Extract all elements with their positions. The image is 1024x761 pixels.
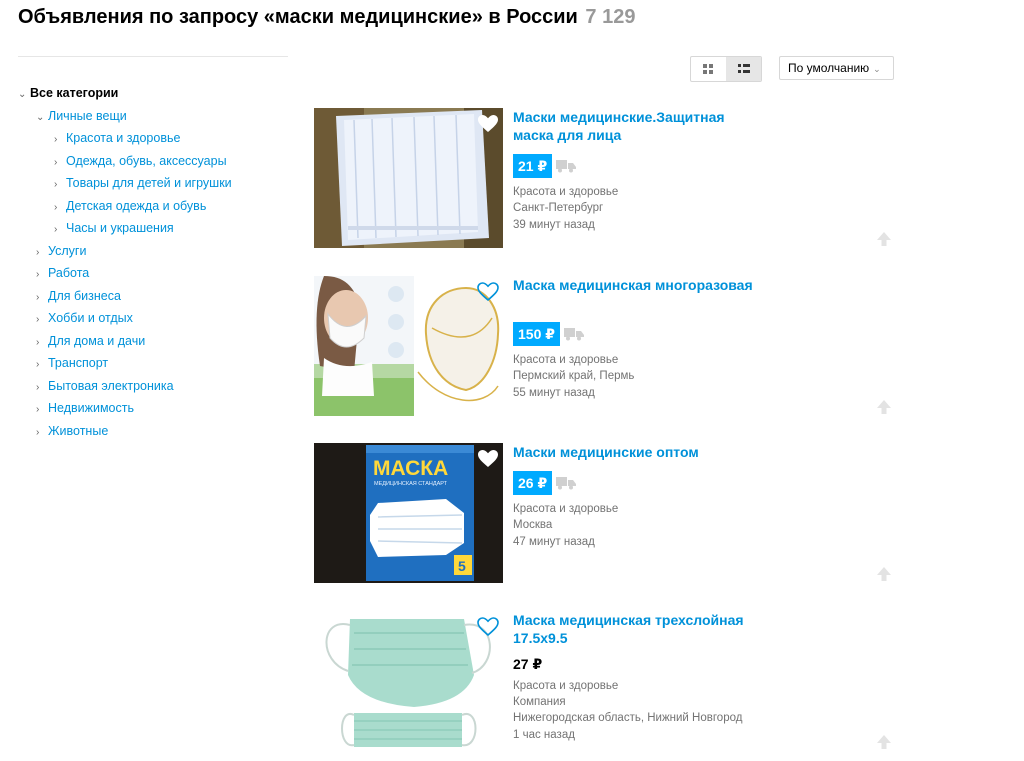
chevron-right-icon: ›	[54, 224, 58, 235]
sidebar-item-watches-jewelry[interactable]: › Часы и украшения	[18, 217, 298, 240]
listing-time: 1 час назад	[513, 729, 575, 741]
chevron-right-icon: ›	[54, 201, 58, 213]
sidebar-item-electronics[interactable]: › Бытовая электроника	[18, 375, 298, 398]
listing-time: 55 минут назад	[513, 387, 595, 399]
sort-select-value: По умолчанию	[788, 61, 870, 75]
list-view-icon	[737, 64, 750, 73]
listing-location: Москва	[513, 519, 553, 531]
heart-icon[interactable]	[477, 282, 499, 302]
listing-time: 39 минут назад	[513, 219, 595, 231]
sidebar-item-business[interactable]: › Для бизнеса	[18, 285, 298, 308]
chevron-down-icon: ⌄	[873, 64, 881, 74]
listing-company: Компания	[513, 696, 566, 708]
chevron-down-icon: ⌄	[18, 89, 27, 100]
chevron-right-icon: ›	[36, 404, 40, 415]
listing-time: 47 минут назад	[513, 536, 595, 548]
sidebar-item-real-estate[interactable]: › Недвижимость	[18, 397, 298, 420]
chevron-right-icon: ›	[54, 134, 58, 145]
sort-select[interactable]: По умолчанию ⌄	[779, 56, 894, 80]
arrow-up-icon[interactable]	[876, 566, 892, 582]
listing-location: Санкт-Петербург	[513, 202, 604, 214]
arrow-up-icon[interactable]	[876, 231, 892, 247]
chevron-right-icon: ›	[36, 426, 40, 438]
listing-category: Красота и здоровье	[513, 503, 619, 515]
sidebar-item-personal-items[interactable]: ⌄ Личные вещи	[18, 105, 298, 128]
delivery-truck-icon	[556, 477, 576, 490]
sidebar-item-beauty-health[interactable]: › Красота и здоровье	[18, 127, 298, 150]
sidebar-item-kids-clothing[interactable]: › Детская одежда и обувь	[18, 195, 298, 218]
chevron-right-icon: ›	[54, 156, 58, 168]
divider	[18, 56, 288, 57]
chevron-right-icon: ›	[36, 381, 40, 393]
listing-photo[interactable]	[314, 276, 503, 416]
sidebar-item-clothing[interactable]: › Одежда, обувь, аксессуары	[18, 150, 298, 173]
listing-title[interactable]: Маски медицинские оптом	[513, 443, 763, 461]
package-subtitle-text: МЕДИЦИНСКАЯ СТАНДАРТ	[374, 481, 448, 487]
chevron-right-icon: ›	[36, 359, 40, 370]
surgical-mask-image	[314, 611, 503, 751]
sidebar-item-kids-goods[interactable]: › Товары для детей и игрушки	[18, 172, 298, 195]
respirator-photo-image	[314, 276, 503, 416]
sidebar-item-hobby[interactable]: › Хобби и отдых	[18, 307, 298, 330]
sidebar-item-animals[interactable]: › Животные	[18, 420, 298, 443]
listing-category: Красота и здоровье	[513, 354, 619, 366]
list-view-button[interactable]	[726, 57, 761, 81]
grid-view-button[interactable]	[691, 57, 726, 81]
view-toggle	[690, 56, 762, 82]
chevron-right-icon: ›	[36, 269, 40, 280]
listing-photo[interactable]	[314, 611, 503, 751]
package-qty-text: 5	[458, 558, 466, 574]
sidebar-item-jobs[interactable]: › Работа	[18, 262, 298, 285]
listing-category: Красота и здоровье	[513, 186, 619, 198]
page-title: Объявления по запросу «маски медицинские…	[18, 6, 635, 29]
chevron-right-icon: ›	[54, 179, 58, 190]
chevron-right-icon: ›	[36, 291, 40, 303]
listing-price: 21 ₽	[513, 154, 553, 178]
results-count: 7 129	[585, 6, 636, 28]
listing-title[interactable]: Маска медицинская трехслойная 17.5x9.5	[513, 611, 763, 647]
chevron-right-icon: ›	[36, 314, 40, 325]
listing-location: Пермский край, Пермь	[513, 370, 635, 382]
arrow-up-icon[interactable]	[876, 399, 892, 415]
listing-location: Нижегородская область, Нижний Новгород	[513, 712, 743, 724]
delivery-truck-icon	[556, 160, 576, 173]
listing-item: Маска медицинская многоразовая 150 ₽ Кра…	[314, 276, 904, 421]
delivery-truck-icon	[564, 328, 584, 341]
sidebar-item-services[interactable]: › Услуги	[18, 240, 298, 263]
chevron-right-icon: ›	[36, 246, 40, 258]
sidebar-item-transport[interactable]: › Транспорт	[18, 352, 298, 375]
arrow-up-icon[interactable]	[876, 734, 892, 750]
listing-item: Маски медицинские.Защитная маска для лиц…	[314, 108, 904, 253]
mask-package-image: МАСКА МЕДИЦИНСКАЯ СТАНДАРТ 5	[314, 443, 503, 583]
listing-price: 27 ₽	[513, 656, 543, 672]
listing-category: Красота и здоровье	[513, 680, 619, 692]
page-title-text: Объявления по запросу «маски медицинские…	[18, 6, 578, 28]
chevron-right-icon: ›	[36, 336, 40, 348]
listing-photo[interactable]: МАСКА МЕДИЦИНСКАЯ СТАНДАРТ 5	[314, 443, 503, 583]
sidebar-item-home-garden[interactable]: › Для дома и дачи	[18, 330, 298, 353]
sidebar-item-all-categories[interactable]: ⌄ Все категории	[18, 82, 298, 105]
listing-photo[interactable]	[314, 108, 503, 248]
grid-view-icon	[703, 63, 713, 74]
listing-title[interactable]: Маски медицинские.Защитная маска для лиц…	[513, 108, 763, 144]
listing-item: Маска медицинская трехслойная 17.5x9.5 2…	[314, 611, 904, 756]
package-brand-text: МАСКА	[373, 457, 448, 480]
listing-item: МАСКА МЕДИЦИНСКАЯ СТАНДАРТ 5 Маски медиц…	[314, 443, 904, 588]
heart-icon[interactable]	[477, 114, 499, 134]
chevron-down-icon: ⌄	[36, 111, 45, 123]
listing-price: 26 ₽	[513, 471, 553, 495]
heart-icon[interactable]	[477, 449, 499, 469]
heart-icon[interactable]	[477, 617, 499, 637]
listing-price: 150 ₽	[513, 322, 560, 346]
listing-title[interactable]: Маска медицинская многоразовая	[513, 276, 763, 294]
category-sidebar: ⌄ Все категории ⌄ Личные вещи › Красота и з…	[18, 82, 298, 442]
mask-photo-image	[314, 108, 503, 248]
